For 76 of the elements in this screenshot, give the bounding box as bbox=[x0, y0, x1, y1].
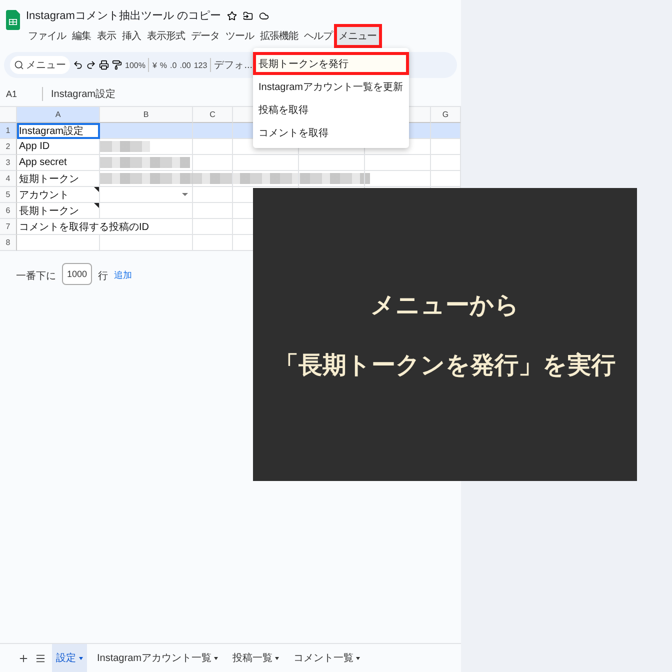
dropdown-caret-icon[interactable] bbox=[182, 193, 188, 196]
document-title: Instagramコメント抽出ツール のコピー bbox=[26, 9, 221, 23]
corner-cell[interactable] bbox=[0, 107, 17, 123]
caption-text: 「長期トークンを発行」を実行 bbox=[274, 350, 616, 380]
percent-button[interactable]: % bbox=[160, 60, 168, 70]
row-header[interactable]: 4 bbox=[0, 171, 17, 187]
sheet-tab[interactable]: Instagramアカウント一覧 bbox=[93, 644, 222, 672]
column-header[interactable]: G bbox=[431, 107, 461, 123]
currency-button[interactable]: ¥ bbox=[152, 60, 157, 70]
table-cell: Instagram設定 bbox=[17, 123, 100, 139]
column-header[interactable]: B bbox=[100, 107, 193, 123]
menu-item[interactable]: ファイル bbox=[26, 27, 68, 45]
table-cell bbox=[299, 155, 365, 171]
increase-decimal-button[interactable]: .00 bbox=[180, 60, 191, 70]
add-link[interactable]: 追加 bbox=[114, 269, 132, 282]
paint-format-icon[interactable] bbox=[112, 60, 122, 70]
menu-item[interactable]: メニュー bbox=[336, 27, 378, 45]
table-cell bbox=[431, 123, 461, 139]
table-cell bbox=[365, 139, 431, 155]
menu-item[interactable]: 拡張機能 bbox=[258, 27, 300, 45]
decrease-decimal-button[interactable]: .0 bbox=[170, 60, 177, 70]
add-rows-label: 一番下に bbox=[16, 270, 56, 283]
table-cell bbox=[365, 155, 431, 171]
table-cell bbox=[365, 171, 431, 187]
number-format-button[interactable]: 123 bbox=[194, 60, 208, 70]
table-cell: コメントを取得する投稿のID bbox=[17, 219, 193, 235]
menu-item[interactable]: 挿入 bbox=[120, 27, 143, 45]
table-cell bbox=[233, 155, 299, 171]
table-cell: 長期トークン bbox=[17, 203, 100, 219]
font-select[interactable]: デフォ... bbox=[214, 58, 253, 72]
zoom-select[interactable]: 100% bbox=[125, 60, 146, 70]
table-cell bbox=[431, 171, 461, 187]
add-sheet-icon[interactable] bbox=[18, 652, 29, 664]
folder-icon[interactable] bbox=[242, 10, 253, 20]
row-header[interactable]: 6 bbox=[0, 203, 17, 219]
sheet-tab[interactable]: 投稿一覧 bbox=[228, 644, 284, 672]
sheet-tab[interactable]: コメント一覧 bbox=[289, 644, 364, 672]
column-header[interactable]: C bbox=[193, 107, 233, 123]
row-header[interactable]: 8 bbox=[0, 235, 17, 251]
undo-icon[interactable] bbox=[73, 60, 83, 70]
menu-item[interactable]: 投稿を取得 bbox=[252, 98, 409, 121]
sheet-tab[interactable]: 設定 bbox=[52, 644, 87, 672]
row-header[interactable]: 7 bbox=[0, 219, 17, 235]
rows-unit-label: 行 bbox=[98, 270, 108, 283]
menu-item[interactable]: コメントを取得 bbox=[252, 121, 409, 144]
row-header[interactable]: 1 bbox=[0, 123, 17, 139]
menu-icon[interactable] bbox=[35, 652, 46, 664]
search-menus-field[interactable]: メニュー bbox=[10, 56, 70, 74]
row-header[interactable]: 2 bbox=[0, 139, 17, 155]
spreadsheet-logo[interactable] bbox=[6, 10, 20, 30]
redo-icon[interactable] bbox=[86, 60, 96, 70]
print-icon[interactable] bbox=[99, 60, 109, 70]
name-box[interactable]: A1 bbox=[6, 89, 34, 99]
menu-item[interactable]: 表示 bbox=[95, 27, 118, 45]
table-cell bbox=[431, 139, 461, 155]
row-count-field[interactable]: 1000 bbox=[62, 263, 92, 285]
cloud-icon[interactable] bbox=[258, 10, 269, 20]
menu-item[interactable]: 長期トークンを発行 bbox=[252, 52, 409, 75]
menu-item[interactable]: ツール bbox=[224, 27, 256, 45]
menu-item[interactable]: データ bbox=[189, 27, 222, 45]
caption-text: メニューから bbox=[370, 290, 520, 320]
table-cell bbox=[299, 171, 365, 187]
table-cell bbox=[431, 155, 461, 171]
table-cell bbox=[193, 123, 233, 139]
menu-item[interactable]: 編集 bbox=[70, 27, 93, 45]
table-cell: アカウント bbox=[17, 187, 100, 203]
table-cell bbox=[233, 171, 299, 187]
formula-value[interactable]: Instagram設定 bbox=[51, 87, 116, 101]
row-header[interactable]: 3 bbox=[0, 155, 17, 171]
menu-item[interactable]: Instagramアカウント一覧を更新 bbox=[252, 75, 409, 98]
column-header[interactable]: A bbox=[17, 107, 100, 123]
menu-item[interactable]: ヘルプ bbox=[302, 27, 334, 45]
menu-item[interactable]: 表示形式 bbox=[145, 27, 187, 45]
search-icon bbox=[14, 60, 24, 70]
star-icon[interactable] bbox=[226, 10, 237, 20]
row-header[interactable]: 5 bbox=[0, 187, 17, 203]
